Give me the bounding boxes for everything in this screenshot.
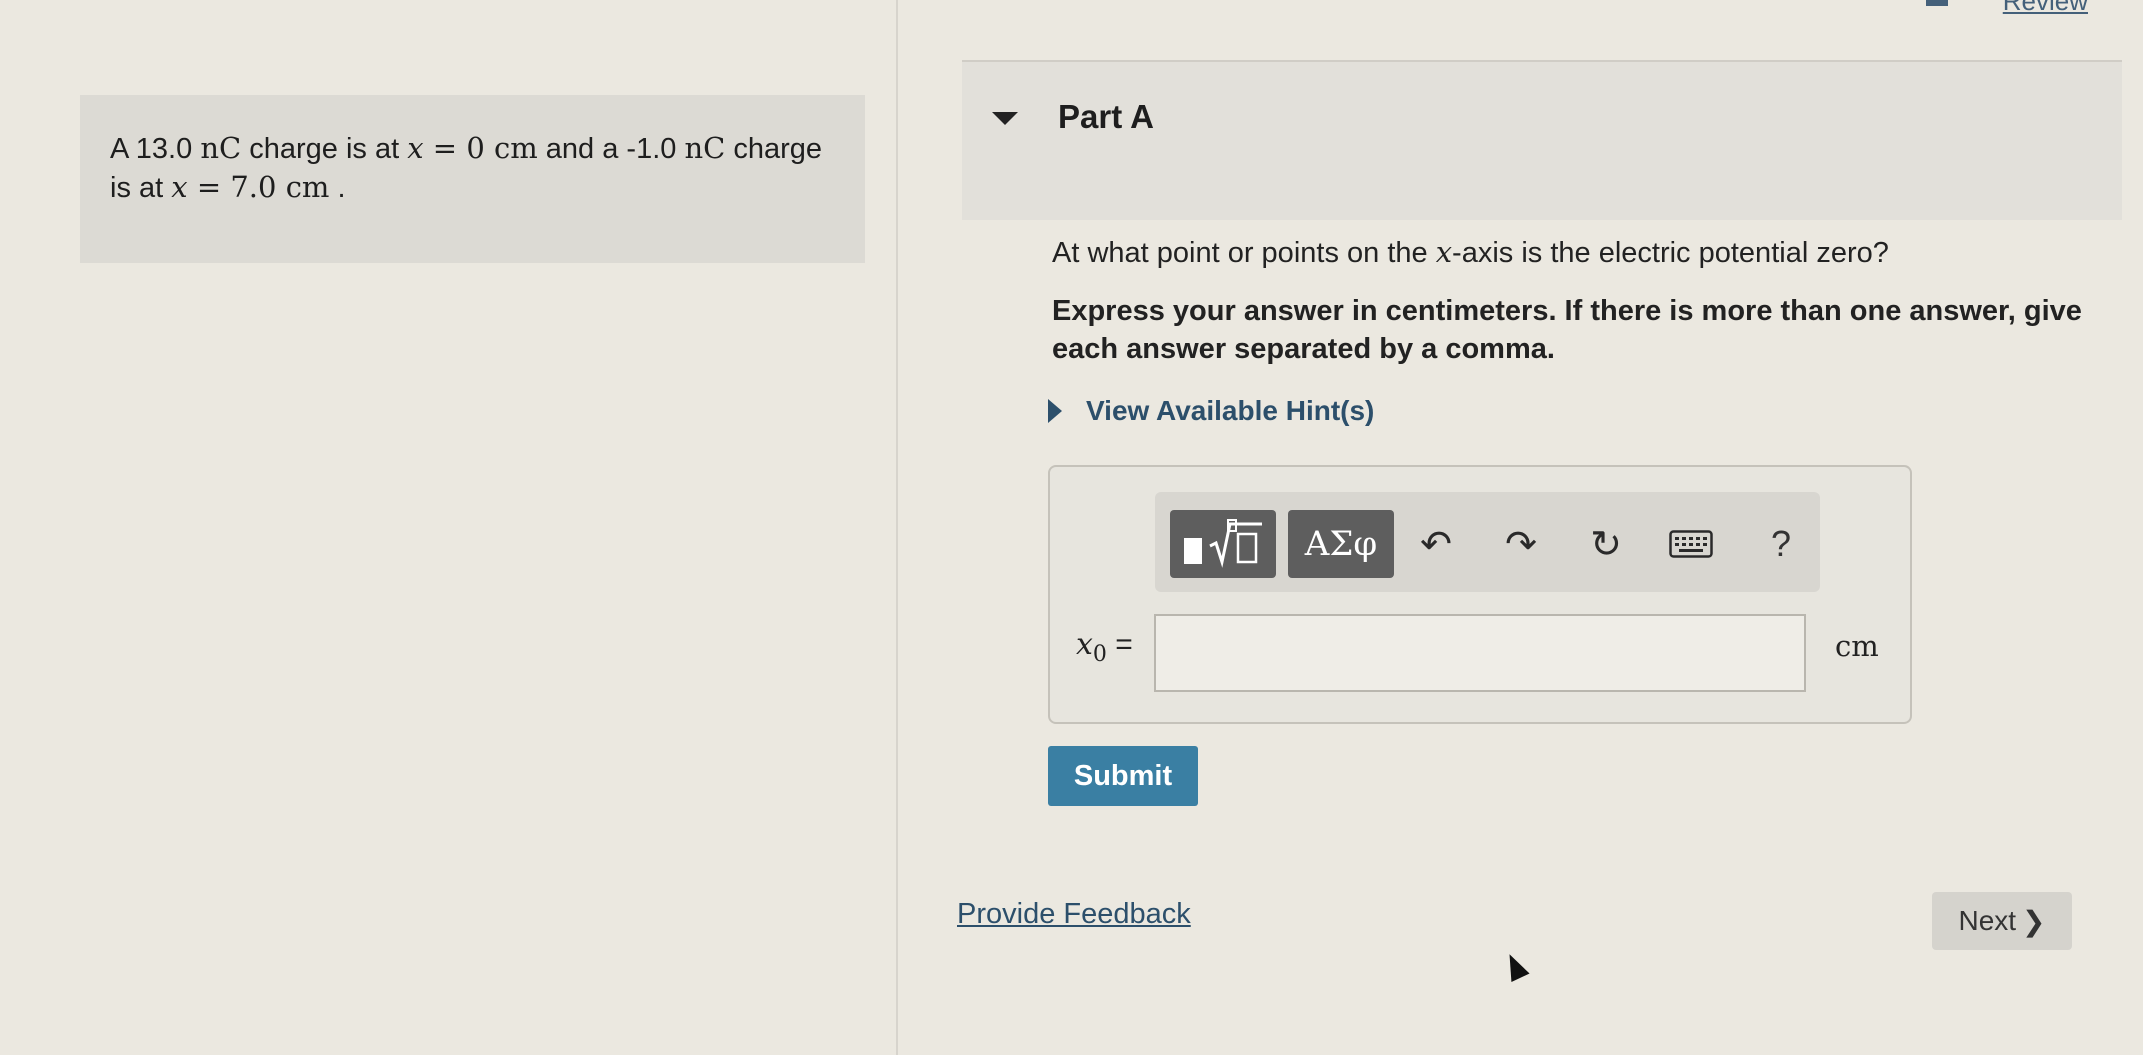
greek-symbols-button[interactable]: ΑΣφ	[1288, 510, 1394, 578]
column-divider	[896, 0, 898, 1055]
mouse-cursor-icon	[1500, 949, 1530, 983]
redo-icon[interactable]: ↷	[1495, 516, 1547, 572]
problem-segment: and a -1.0	[537, 133, 685, 165]
problem-segment: cm	[285, 170, 330, 204]
answer-input[interactable]	[1154, 614, 1806, 692]
problem-segment: nC	[200, 131, 242, 165]
problem-segment: .	[329, 172, 346, 204]
answer-variable: x	[1076, 627, 1093, 662]
question-text: At what point or points on the x-axis is…	[1052, 235, 2102, 270]
problem-segment: nC	[684, 131, 726, 165]
problem-segment: charge is at	[241, 133, 408, 165]
expand-caret-icon	[1048, 399, 1062, 423]
view-hints-label[interactable]: View Available Hint(s)	[1086, 395, 1374, 427]
equals-sign: =	[1115, 628, 1133, 661]
problem-segment: x	[407, 131, 424, 165]
collapse-caret-icon[interactable]	[992, 112, 1018, 125]
problem-segment: = 0	[423, 131, 494, 165]
answer-unit: cm	[1835, 629, 1879, 663]
problem-statement: A 13.0 nC charge is at x = 0 cm and a -1…	[110, 129, 840, 207]
undo-icon[interactable]: ↶	[1410, 516, 1462, 572]
answer-instructions: Express your answer in centimeters. If t…	[1052, 295, 2082, 365]
page: Review A 13.0 nC charge is at x = 0 cm a…	[0, 0, 2143, 1055]
part-header[interactable]: Part A	[962, 60, 2122, 220]
submit-button[interactable]: Submit	[1048, 746, 1198, 806]
keyboard-icon-graphic	[1669, 530, 1713, 558]
next-label: Next	[1958, 905, 2017, 936]
chevron-right-icon: ❯	[2022, 905, 2046, 937]
question-before: At what point or points on the	[1052, 237, 1436, 269]
problem-segment: x	[171, 170, 188, 204]
next-button[interactable]: Next ❯	[1932, 892, 2072, 950]
review-link[interactable]: Review	[2003, 0, 2088, 17]
templates-button[interactable]	[1170, 510, 1276, 578]
question-variable: x	[1435, 235, 1453, 269]
problem-segment: = 7.0	[187, 170, 286, 204]
problem-segment: cm	[493, 131, 538, 165]
problem-segment: A 13.0	[110, 133, 201, 165]
problem-panel: A 13.0 nC charge is at x = 0 cm and a -1…	[80, 95, 865, 263]
provide-feedback-link[interactable]: Provide Feedback	[957, 898, 1191, 931]
keyboard-icon[interactable]	[1665, 516, 1717, 572]
help-button[interactable]: ?	[1755, 516, 1807, 572]
review-icon	[1926, 0, 1948, 6]
answer-variable-label: x0 =	[1076, 627, 1133, 667]
answer-box: ΑΣφ ↶ ↷ ↻ ? x0 = cm	[1048, 465, 1912, 724]
math-toolbar: ΑΣφ ↶ ↷ ↻ ?	[1155, 492, 1820, 592]
templates-icon	[1184, 519, 1262, 568]
part-title: Part A	[1058, 98, 1154, 135]
question-after: -axis is the electric potential zero?	[1452, 237, 1889, 269]
answer-subscript: 0	[1092, 642, 1107, 667]
reset-icon[interactable]: ↻	[1580, 516, 1632, 572]
